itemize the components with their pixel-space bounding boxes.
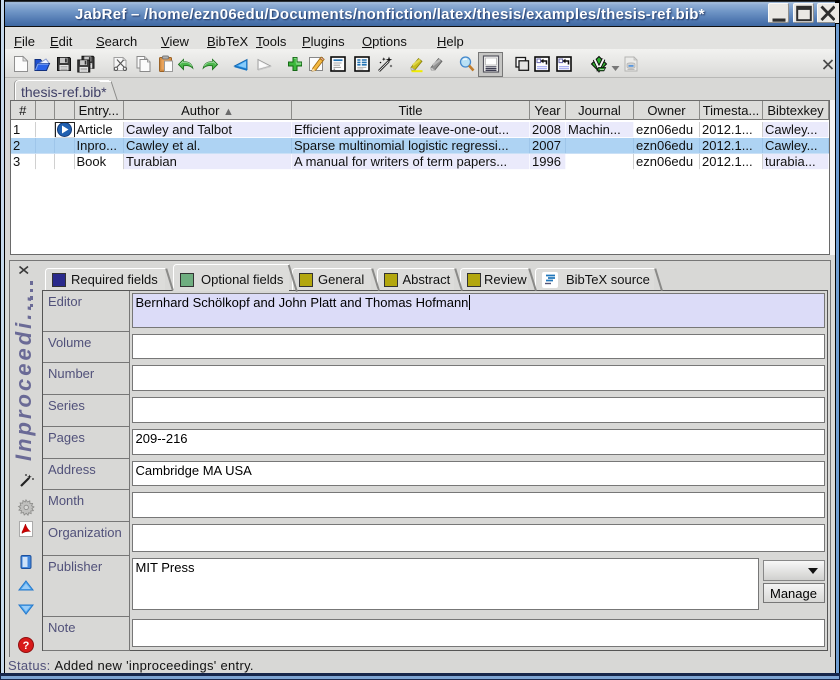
svg-text:?: ?	[22, 640, 29, 652]
